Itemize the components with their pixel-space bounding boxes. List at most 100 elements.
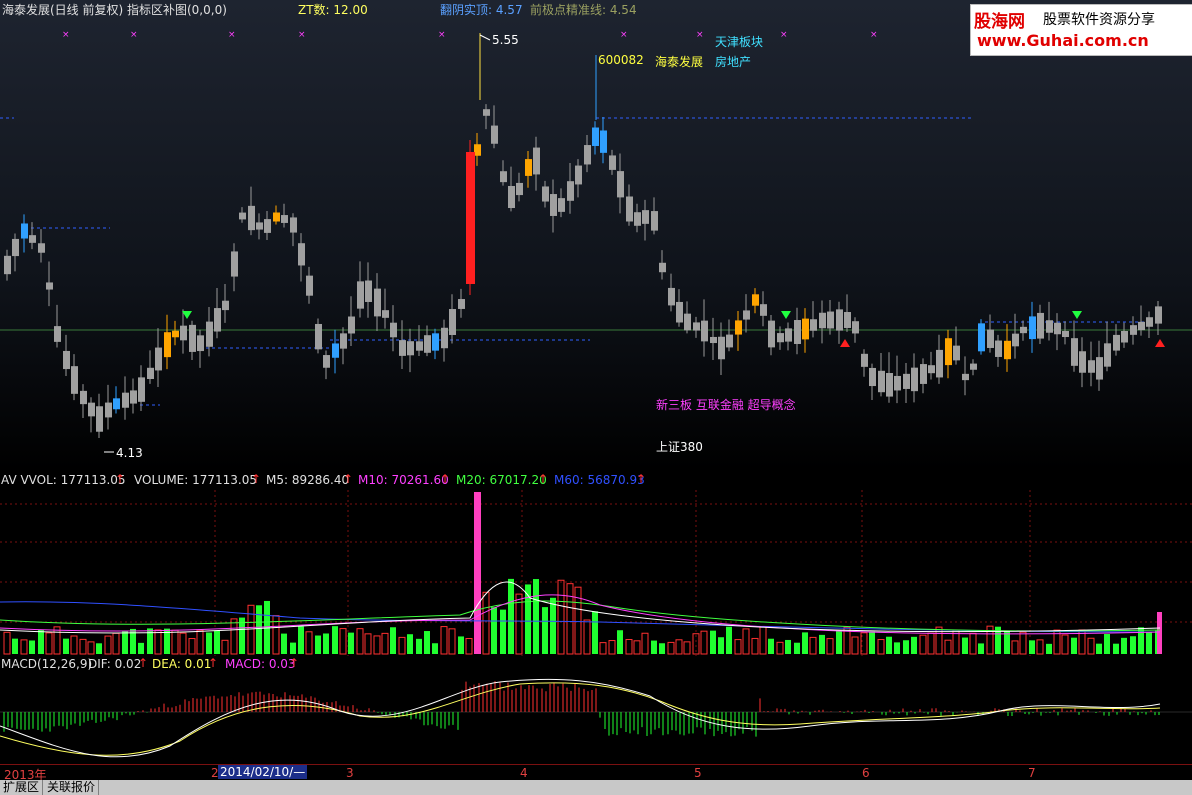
volume-chart[interactable] <box>0 470 1192 656</box>
volume-bar <box>373 635 381 655</box>
candle-body <box>88 402 95 417</box>
candle-body-limit-up <box>466 152 475 284</box>
volume-bar <box>348 632 354 654</box>
stock-name: 海泰发展 <box>655 55 704 69</box>
candle-body <box>768 320 775 348</box>
sell-triangle-icon <box>781 311 791 319</box>
volume-bar <box>1011 640 1019 655</box>
candle-body <box>516 182 523 196</box>
candle-body <box>365 280 372 302</box>
arrow-up-icon: ↑ <box>538 472 549 486</box>
candle-body <box>80 390 87 405</box>
volume-bar <box>298 626 304 654</box>
candle-body <box>290 217 297 233</box>
candle-body <box>936 349 943 378</box>
candle-body <box>819 312 826 329</box>
volume-bar <box>557 579 565 655</box>
logo-url: www.Guhai.com.cn <box>977 31 1149 50</box>
fanyin-label: 翻阴实顶: 4.57 <box>440 3 523 17</box>
volume-bar <box>206 632 212 654</box>
candle-body <box>1046 320 1053 333</box>
candle-body <box>869 367 876 387</box>
volume-bar <box>1029 640 1035 654</box>
candle-body <box>458 299 465 309</box>
candle-body <box>1020 326 1027 334</box>
volume-bar <box>112 632 120 655</box>
candle-body <box>12 238 19 257</box>
macd-name: MACD(12,26,9) <box>1 657 93 671</box>
volume-bar <box>188 638 196 655</box>
volume-bar <box>826 638 834 655</box>
volume-bar <box>683 641 691 655</box>
candle-body <box>1071 338 1078 366</box>
candle-body <box>558 198 565 212</box>
volume-bar <box>583 619 591 655</box>
macd-chart[interactable] <box>0 656 1192 764</box>
sell-triangle-icon <box>1072 311 1082 319</box>
volume-panel[interactable]: AV VVOL: 177113.05 ↑ VOLUME: 177113.05 ↑… <box>0 470 1192 656</box>
volume-bar <box>592 611 598 654</box>
volume-bar <box>390 627 396 654</box>
macd-panel[interactable]: MACD(12,26,9) DIF: 0.02 ↑ DEA: 0.01 ↑ MA… <box>0 656 1192 764</box>
tab-extension[interactable]: 扩展区 <box>0 780 44 795</box>
volume-bar <box>542 607 548 654</box>
buy-triangle-icon <box>1155 339 1165 347</box>
candle-body <box>264 219 271 233</box>
volume-bar <box>482 591 490 655</box>
arrow-up-icon: ↑ <box>115 472 126 486</box>
date-axis[interactable]: 2013年 2 2014/02/10/— 3 4 5 6 7 <box>0 764 1192 782</box>
date-month-6: 6 <box>862 766 870 780</box>
candle-body <box>340 333 347 349</box>
candle-body <box>298 243 305 266</box>
volume-bar <box>1146 632 1152 654</box>
tab-related-quotes[interactable]: 关联报价 <box>44 780 100 795</box>
volume-bar <box>138 642 144 654</box>
marker-x: × <box>130 30 138 40</box>
candle-body <box>802 318 809 340</box>
volume-bar <box>1036 639 1044 655</box>
volume-bar <box>407 634 413 654</box>
candle-body <box>239 212 246 220</box>
candle-body <box>718 336 725 360</box>
volume-bar <box>836 631 842 654</box>
volume-bar <box>718 637 724 654</box>
volume-bar <box>1104 634 1110 654</box>
candle-body <box>617 171 624 198</box>
volume-bar <box>1113 643 1119 654</box>
volume-bar <box>633 640 641 655</box>
volume-bar <box>230 618 238 655</box>
main-chart-panel[interactable]: ×××××××××× 海泰发展(日线 前复权) 指标区补图(0,0,0) ZT数… <box>0 0 1192 470</box>
candle-body <box>214 308 221 332</box>
volume-bar <box>911 636 917 654</box>
candle-body <box>701 320 708 342</box>
candle-body <box>743 310 750 320</box>
logo-slogan: 股票软件资源分享 <box>1043 12 1155 28</box>
volume-bar <box>416 638 422 654</box>
volume-bar <box>29 640 35 654</box>
av-vvol-label: AV VVOL: 177113.05 <box>1 473 126 487</box>
candle-body <box>424 335 431 353</box>
candle-body <box>1079 351 1086 373</box>
date-month-5: 5 <box>694 766 702 780</box>
volume-bar <box>440 626 448 655</box>
stock-code: 600082 <box>598 53 644 67</box>
volume-bar <box>1046 643 1052 654</box>
candle-body <box>474 144 481 156</box>
dif-label: DIF: 0.02 <box>88 657 142 671</box>
candle-body <box>332 343 339 358</box>
candle-body <box>407 341 414 356</box>
volume-bar <box>550 597 556 654</box>
volume-bar <box>617 630 623 654</box>
candle-body <box>105 402 112 418</box>
candle-body <box>970 363 977 370</box>
volume-bar <box>667 641 675 655</box>
candle-body <box>1037 312 1044 339</box>
candlestick-chart[interactable]: ×××××××××× <box>0 0 1192 470</box>
volume-bar <box>1087 637 1095 655</box>
volume-bar <box>500 609 506 654</box>
volume-bar <box>734 639 742 655</box>
candle-body <box>1104 343 1111 367</box>
candle-body <box>920 364 927 384</box>
chart-title: 海泰发展(日线 前复权) 指标区补图(0,0,0) <box>2 3 227 17</box>
bottom-tab-bar: 扩展区 关联报价 <box>0 780 1192 795</box>
